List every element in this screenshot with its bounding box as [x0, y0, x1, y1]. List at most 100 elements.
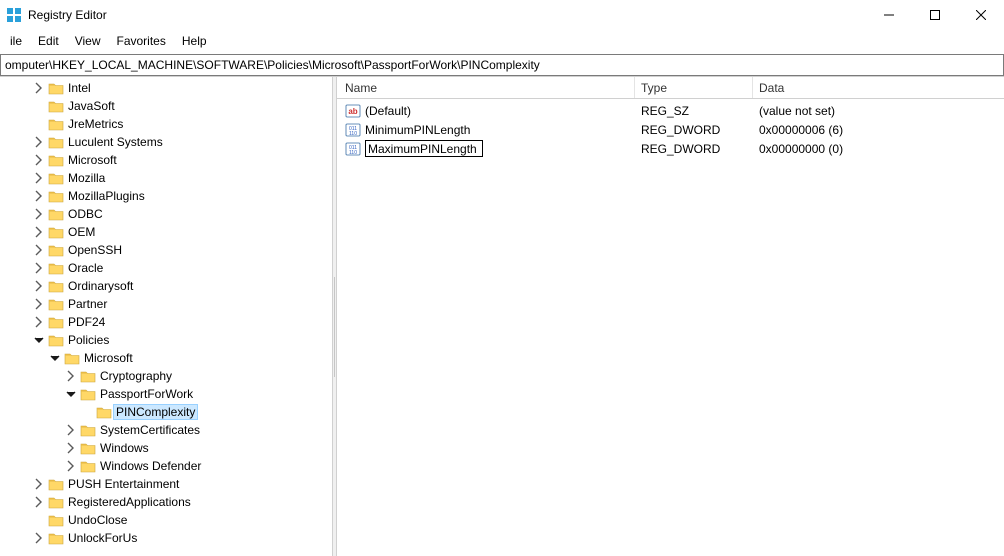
folder-icon — [48, 477, 64, 491]
chevron-right-icon[interactable] — [32, 243, 46, 257]
chevron-right-icon[interactable] — [32, 171, 46, 185]
menu-help[interactable]: Help — [174, 32, 215, 50]
tree-item-unlockforus[interactable]: UnlockForUs — [0, 529, 322, 547]
tree-item-push-entertainment[interactable]: PUSH Entertainment — [0, 475, 322, 493]
chevron-right-icon[interactable] — [64, 369, 78, 383]
chevron-right-icon[interactable] — [32, 279, 46, 293]
value-row[interactable]: (Default)REG_SZ(value not set) — [337, 101, 1004, 120]
column-data[interactable]: Data — [753, 77, 1004, 98]
tree-item-label: UndoClose — [68, 511, 127, 529]
folder-icon — [48, 513, 64, 527]
close-button[interactable] — [958, 0, 1004, 30]
tree-item-luculent-systems[interactable]: Luculent Systems — [0, 133, 322, 151]
tree-item-label: Microsoft — [84, 349, 133, 367]
tree-item-windows-defender[interactable]: Windows Defender — [0, 457, 322, 475]
tree-item-label: Ordinarysoft — [68, 277, 133, 295]
tree-item-label: PINComplexity — [113, 404, 198, 420]
chevron-down-icon[interactable] — [32, 333, 46, 347]
chevron-right-icon[interactable] — [32, 135, 46, 149]
reg-binary-icon — [345, 141, 361, 157]
menu-edit[interactable]: Edit — [30, 32, 67, 50]
tree-item-registeredapplications[interactable]: RegisteredApplications — [0, 493, 322, 511]
chevron-down-icon[interactable] — [48, 351, 62, 365]
menu-file[interactable]: ile — [2, 32, 30, 50]
menu-view[interactable]: View — [67, 32, 109, 50]
folder-icon — [48, 261, 64, 275]
tree-item-policies[interactable]: Policies — [0, 331, 322, 349]
folder-icon — [48, 99, 64, 113]
column-name[interactable]: Name — [337, 77, 635, 98]
chevron-right-icon[interactable] — [64, 459, 78, 473]
tree-item-openssh[interactable]: OpenSSH — [0, 241, 322, 259]
tree-item-jremetrics[interactable]: JreMetrics — [0, 115, 322, 133]
tree-item-systemcertificates[interactable]: SystemCertificates — [0, 421, 322, 439]
folder-icon — [48, 189, 64, 203]
tree-item-partner[interactable]: Partner — [0, 295, 322, 313]
tree-item-javasoft[interactable]: JavaSoft — [0, 97, 322, 115]
tree-item-label: Policies — [68, 331, 109, 349]
tree-item-label: Mozilla — [68, 169, 105, 187]
tree-item-label: PDF24 — [68, 313, 105, 331]
chevron-right-icon[interactable] — [64, 441, 78, 455]
tree-item-cryptography[interactable]: Cryptography — [0, 367, 322, 385]
folder-icon — [48, 243, 64, 257]
value-data: 0x00000006 (6) — [753, 123, 1004, 137]
value-name-edit[interactable] — [365, 140, 483, 157]
tree-item-label: MozillaPlugins — [68, 187, 145, 205]
tree-item-windows[interactable]: Windows — [0, 439, 322, 457]
reg-string-icon — [345, 103, 361, 119]
values-pane: Name Type Data (Default)REG_SZ(value not… — [337, 77, 1004, 556]
chevron-right-icon[interactable] — [64, 423, 78, 437]
chevron-right-icon[interactable] — [32, 495, 46, 509]
tree-item-passportforwork[interactable]: PassportForWork — [0, 385, 322, 403]
tree-pane[interactable]: IntelJavaSoftJreMetricsLuculent SystemsM… — [0, 77, 332, 556]
value-row[interactable]: MinimumPINLengthREG_DWORD0x00000006 (6) — [337, 120, 1004, 139]
tree-item-odbc[interactable]: ODBC — [0, 205, 322, 223]
menu-favorites[interactable]: Favorites — [109, 32, 174, 50]
folder-icon — [48, 297, 64, 311]
chevron-right-icon[interactable] — [32, 225, 46, 239]
tree-item-intel[interactable]: Intel — [0, 79, 322, 97]
chevron-right-icon[interactable] — [32, 81, 46, 95]
tree-item-oracle[interactable]: Oracle — [0, 259, 322, 277]
chevron-right-icon[interactable] — [32, 531, 46, 545]
folder-icon — [48, 207, 64, 221]
maximize-button[interactable] — [912, 0, 958, 30]
tree-item-label: Microsoft — [68, 151, 117, 169]
chevron-right-icon[interactable] — [32, 207, 46, 221]
chevron-right-icon[interactable] — [32, 315, 46, 329]
chevron-right-icon[interactable] — [32, 153, 46, 167]
tree-item-microsoft[interactable]: Microsoft — [0, 349, 322, 367]
tree-item-label: Cryptography — [100, 367, 172, 385]
chevron-right-icon[interactable] — [32, 261, 46, 275]
tree-item-ordinarysoft[interactable]: Ordinarysoft — [0, 277, 322, 295]
tree-item-label: PassportForWork — [100, 385, 193, 403]
folder-icon — [80, 369, 96, 383]
folder-icon — [48, 225, 64, 239]
splitter-grip[interactable] — [334, 277, 335, 377]
tree-item-microsoft[interactable]: Microsoft — [0, 151, 322, 169]
tree-item-mozillaplugins[interactable]: MozillaPlugins — [0, 187, 322, 205]
menu-bar: ile Edit View Favorites Help — [0, 30, 1004, 52]
chevron-right-icon[interactable] — [32, 189, 46, 203]
value-row[interactable]: REG_DWORD0x00000000 (0) — [337, 139, 1004, 158]
column-type[interactable]: Type — [635, 77, 753, 98]
tree-item-label: ODBC — [68, 205, 103, 223]
registry-tree: IntelJavaSoftJreMetricsLuculent SystemsM… — [0, 77, 322, 549]
tree-item-label: Luculent Systems — [68, 133, 163, 151]
tree-item-undoclose[interactable]: UndoClose — [0, 511, 322, 529]
tree-item-pincomplexity[interactable]: PINComplexity — [0, 403, 322, 421]
tree-item-pdf24[interactable]: PDF24 — [0, 313, 322, 331]
chevron-down-icon[interactable] — [64, 387, 78, 401]
main-area: IntelJavaSoftJreMetricsLuculent SystemsM… — [0, 76, 1004, 556]
chevron-right-icon[interactable] — [32, 477, 46, 491]
folder-icon — [48, 153, 64, 167]
tree-item-mozilla[interactable]: Mozilla — [0, 169, 322, 187]
folder-icon — [48, 495, 64, 509]
chevron-right-icon[interactable] — [32, 297, 46, 311]
pane-splitter[interactable] — [332, 77, 337, 556]
tree-item-oem[interactable]: OEM — [0, 223, 322, 241]
folder-icon — [48, 117, 64, 131]
minimize-button[interactable] — [866, 0, 912, 30]
address-bar[interactable]: omputer\HKEY_LOCAL_MACHINE\SOFTWARE\Poli… — [0, 54, 1004, 76]
